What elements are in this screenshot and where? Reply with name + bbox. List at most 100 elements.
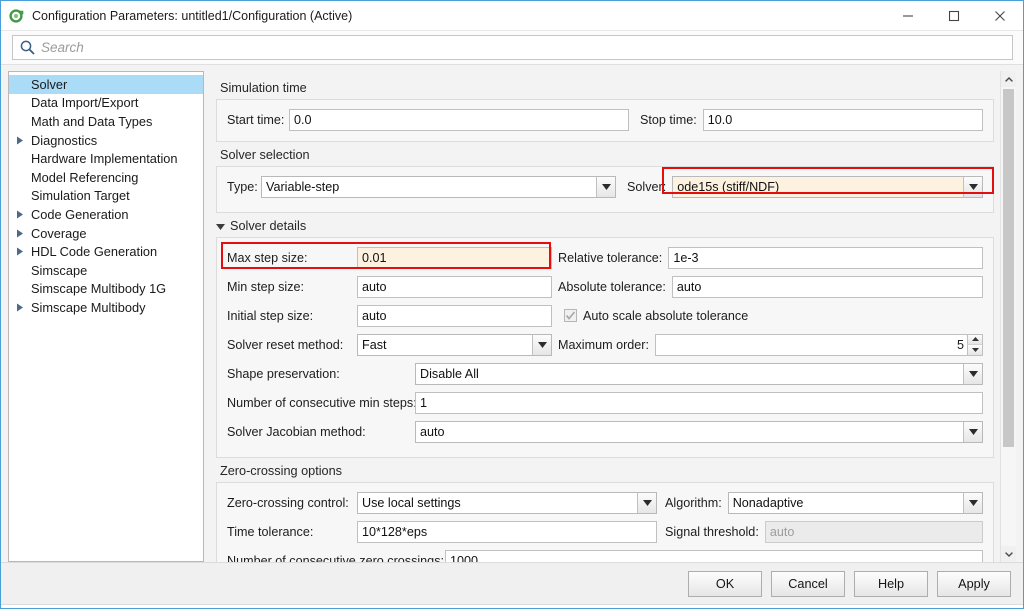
stop-time-field[interactable]: 10.0 (702, 108, 983, 131)
shape-preservation-dropdown[interactable]: Disable All (415, 362, 983, 385)
triangle-right-icon[interactable] (11, 303, 27, 312)
sidebar-item-hardware-implementation[interactable]: Hardware Implementation (9, 149, 203, 168)
auto-scale-absolute-tolerance-checkbox[interactable]: Auto scale absolute tolerance (564, 309, 748, 323)
sidebar-item-code-generation[interactable]: Code Generation (9, 205, 203, 224)
sidebar-item-data-import-export[interactable]: Data Import/Export (9, 94, 203, 113)
triangle-right-icon[interactable] (11, 136, 27, 145)
scroll-down-button[interactable] (1001, 546, 1016, 563)
scroll-up-button[interactable] (1001, 71, 1016, 87)
sidebar-item-model-referencing[interactable]: Model Referencing (9, 168, 203, 187)
triangle-down-icon[interactable] (216, 219, 225, 233)
stepper-buttons[interactable] (967, 334, 982, 355)
start-time-field[interactable]: 0.0 (289, 108, 629, 131)
zero-crossing-control-dropdown[interactable]: Use local settings (357, 491, 657, 514)
min-step-size-row: Min step size: auto Absolute tolerance: … (227, 274, 983, 299)
time-tolerance-field[interactable]: 10*128*eps (357, 520, 657, 543)
search-bar (1, 31, 1023, 65)
solver-reset-method-value: Fast (362, 337, 387, 352)
sidebar-item-label: Code Generation (31, 206, 129, 222)
sidebar-item-math-and-data-types[interactable]: Math and Data Types (9, 112, 203, 131)
chevron-down-icon[interactable] (963, 363, 982, 384)
sidebar-item-simulation-target[interactable]: Simulation Target (9, 187, 203, 206)
chevron-down-icon[interactable] (963, 176, 982, 197)
simulation-time-row: Start time: 0.0 Stop time: 10.0 (227, 107, 983, 132)
triangle-right-icon[interactable] (11, 210, 27, 219)
min-step-size-field[interactable]: auto (357, 275, 552, 298)
signal-threshold-label: Signal threshold: (665, 524, 759, 539)
sidebar-item-simscape-multibody[interactable]: Simscape Multibody (9, 298, 203, 317)
close-button[interactable] (977, 1, 1023, 31)
sidebar-item-label: Simscape Multibody (31, 299, 146, 315)
initial-step-size-field[interactable]: auto (357, 304, 552, 327)
scrollbar-track[interactable] (1001, 87, 1016, 547)
time-tolerance-label: Time tolerance: (227, 524, 314, 539)
relative-tolerance-label: Relative tolerance: (558, 250, 663, 265)
sidebar-item-label: Model Referencing (31, 169, 139, 185)
consecutive-zero-crossings-label: Number of consecutive zero crossings: (227, 553, 444, 563)
stop-time-label: Stop time: (640, 112, 697, 127)
shape-preservation-label: Shape preservation: (227, 366, 340, 381)
settings-tree[interactable]: Solver Data Import/Export Math and Data Ty… (8, 71, 204, 563)
vertical-scrollbar[interactable] (1000, 71, 1016, 563)
solver-dropdown[interactable]: ode15s (stiff/NDF) (672, 175, 983, 198)
maximum-order-value: 5 (956, 337, 964, 352)
stepper-up-icon[interactable] (967, 334, 982, 344)
solver-details-title: Solver details (230, 219, 307, 233)
chevron-down-icon[interactable] (637, 492, 656, 513)
maximum-order-stepper[interactable]: 5 (654, 333, 983, 356)
sidebar-item-label: Data Import/Export (31, 95, 139, 111)
sidebar-item-simscape-multibody-1g[interactable]: Simscape Multibody 1G (9, 280, 203, 299)
max-step-size-field[interactable]: 0.01 (357, 246, 552, 269)
maximize-button[interactable] (931, 1, 977, 31)
chevron-down-icon[interactable] (532, 334, 551, 355)
solver-jacobian-method-dropdown[interactable]: auto (415, 420, 983, 443)
triangle-right-icon[interactable] (11, 229, 27, 238)
chevron-down-icon[interactable] (963, 421, 982, 442)
sidebar-item-simscape[interactable]: Simscape (9, 261, 203, 280)
solver-type-dropdown[interactable]: Variable-step (261, 175, 616, 198)
consecutive-min-steps-field[interactable]: 1 (415, 391, 983, 414)
chevron-down-icon[interactable] (963, 492, 982, 513)
sidebar-item-diagnostics[interactable]: Diagnostics (9, 131, 203, 150)
content-area: Simulation time Start time: 0.0 Stop tim… (210, 71, 1016, 563)
minimize-button[interactable] (885, 1, 931, 31)
sidebar-item-label: Diagnostics (31, 132, 98, 148)
dialog-body: Solver Data Import/Export Math and Data Ty… (1, 65, 1023, 563)
cancel-button[interactable]: Cancel (771, 570, 845, 597)
solver-reset-method-dropdown[interactable]: Fast (357, 333, 552, 356)
initial-step-size-row: Initial step size: auto Auto scale absol… (227, 303, 983, 328)
simulation-time-heading: Simulation time (220, 81, 307, 95)
consecutive-min-steps-row: Number of consecutive min steps: 1 (227, 390, 983, 415)
shape-preservation-value: Disable All (420, 366, 479, 381)
window-title: Configuration Parameters: untitled1/Conf… (32, 8, 353, 23)
apply-button[interactable]: Apply (937, 570, 1011, 597)
absolute-tolerance-label: Absolute tolerance: (558, 279, 666, 294)
solver-selection-row: Type: Variable-step Solver: ode15s (stif… (227, 174, 983, 199)
solver-reset-method-row: Solver reset method: Fast Maximum order:… (227, 332, 983, 357)
solver-label: Solver: (627, 179, 667, 194)
search-box[interactable] (12, 35, 1013, 60)
ok-button[interactable]: OK (688, 570, 762, 597)
sidebar-item-label: Simscape (31, 262, 88, 278)
scrollbar-thumb[interactable] (1003, 89, 1014, 448)
solver-selection-heading: Solver selection (220, 148, 310, 162)
sidebar-item-solver[interactable]: Solver (9, 75, 203, 94)
algorithm-dropdown[interactable]: Nonadaptive (727, 491, 983, 514)
stepper-down-icon[interactable] (967, 344, 982, 355)
relative-tolerance-field[interactable]: 1e-3 (668, 246, 983, 269)
solver-jacobian-method-label: Solver Jacobian method: (227, 424, 366, 439)
checkmark-icon (564, 309, 577, 322)
chevron-down-icon[interactable] (596, 176, 615, 197)
help-button[interactable]: Help (854, 570, 928, 597)
sidebar-item-hdl-code-generation[interactable]: HDL Code Generation (9, 242, 203, 261)
title-bar: Configuration Parameters: untitled1/Conf… (1, 1, 1023, 31)
search-input[interactable] (41, 36, 1012, 59)
sidebar-item-coverage[interactable]: Coverage (9, 224, 203, 243)
max-step-size-label: Max step size: (227, 250, 308, 265)
solver-reset-method-label: Solver reset method: (227, 337, 344, 352)
absolute-tolerance-field[interactable]: auto (671, 275, 983, 298)
solver-details-heading[interactable]: Solver details (216, 219, 994, 233)
consecutive-zero-crossings-field[interactable]: 1000 (445, 549, 983, 563)
dialog-footer: OK Cancel Help Apply (1, 562, 1023, 605)
triangle-right-icon[interactable] (11, 247, 27, 256)
